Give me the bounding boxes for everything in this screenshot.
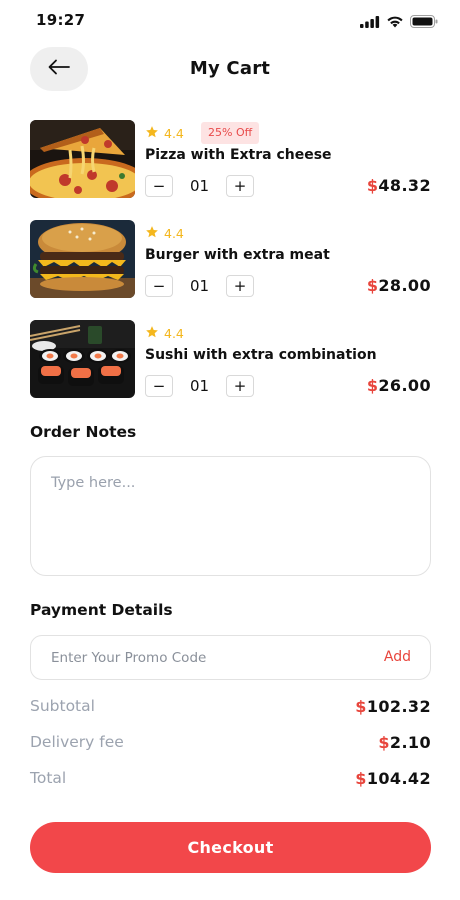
item-name: Pizza with Extra cheese xyxy=(145,147,332,163)
decrease-quantity-button[interactable]: − xyxy=(145,175,173,197)
item-name: Sushi with extra combination xyxy=(145,347,377,363)
rating-value: 4.4 xyxy=(164,126,184,141)
quantity-stepper: − 01 + xyxy=(145,275,254,297)
wifi-icon xyxy=(386,13,404,32)
rating-value: 4.4 xyxy=(164,226,184,241)
battery-icon xyxy=(410,13,438,32)
price-value: 48.32 xyxy=(378,176,431,195)
payment-details-title: Payment Details xyxy=(30,601,173,619)
quantity-value: 01 xyxy=(189,177,210,195)
order-notes-title: Order Notes xyxy=(30,423,137,441)
cart-item-pizza: 4.4 25% Off Pizza with Extra cheese − 01… xyxy=(30,120,431,200)
item-price: $48.32 xyxy=(367,176,431,195)
status-icons xyxy=(360,13,438,32)
total-row: Total $104.42 xyxy=(30,769,431,793)
checkout-button[interactable]: Checkout xyxy=(30,822,431,873)
currency-symbol: $ xyxy=(366,376,379,395)
currency-symbol: $ xyxy=(366,276,379,295)
quantity-stepper: − 01 + xyxy=(145,175,254,197)
signal-icon xyxy=(360,13,380,32)
discount-badge: 25% Off xyxy=(201,122,260,144)
amount: 104.42 xyxy=(366,769,431,788)
currency-symbol: $ xyxy=(378,733,390,752)
page-title: My Cart xyxy=(189,58,271,79)
subtotal-label: Subtotal xyxy=(30,697,95,715)
cart-item-burger: 4.4 Burger with extra meat − 01 + $28.00 xyxy=(30,220,431,300)
rating: 4.4 xyxy=(145,325,184,342)
star-icon xyxy=(145,125,159,142)
rating: 4.4 xyxy=(145,225,184,242)
currency-symbol: $ xyxy=(355,697,367,716)
delivery-fee-row: Delivery fee $2.10 xyxy=(30,733,431,757)
quantity-value: 01 xyxy=(189,377,210,395)
subtotal-value: $102.32 xyxy=(355,697,431,716)
promo-code-input[interactable] xyxy=(51,636,351,679)
promo-code-field: Add xyxy=(30,635,431,680)
delivery-fee-label: Delivery fee xyxy=(30,733,124,751)
decrease-quantity-button[interactable]: − xyxy=(145,375,173,397)
subtotal-row: Subtotal $102.32 xyxy=(30,697,431,721)
star-icon xyxy=(145,325,159,342)
currency-symbol: $ xyxy=(366,176,379,195)
pizza-image xyxy=(30,120,135,198)
quantity-stepper: − 01 + xyxy=(145,375,254,397)
cart-item-sushi: 4.4 Sushi with extra combination − 01 + … xyxy=(30,320,431,400)
star-icon xyxy=(145,225,159,242)
total-label: Total xyxy=(30,769,67,787)
rating: 4.4 xyxy=(145,125,184,142)
amount: 102.32 xyxy=(366,697,431,716)
decrease-quantity-button[interactable]: − xyxy=(145,275,173,297)
item-name: Burger with extra meat xyxy=(145,247,330,263)
quantity-value: 01 xyxy=(189,277,210,295)
price-value: 28.00 xyxy=(378,276,431,295)
increase-quantity-button[interactable]: + xyxy=(226,275,254,297)
status-time: 19:27 xyxy=(36,11,86,29)
total-value: $104.42 xyxy=(355,769,431,788)
increase-quantity-button[interactable]: + xyxy=(226,175,254,197)
sushi-image xyxy=(30,320,135,398)
add-promo-button[interactable]: Add xyxy=(384,649,411,665)
currency-symbol: $ xyxy=(355,769,367,788)
amount: 2.10 xyxy=(389,733,431,752)
rating-value: 4.4 xyxy=(164,326,184,341)
order-notes-textarea[interactable] xyxy=(30,456,431,576)
burger-image xyxy=(30,220,135,298)
delivery-fee-value: $2.10 xyxy=(378,733,431,752)
item-price: $28.00 xyxy=(367,276,431,295)
increase-quantity-button[interactable]: + xyxy=(226,375,254,397)
price-value: 26.00 xyxy=(378,376,431,395)
status-bar: 19:27 xyxy=(0,0,460,40)
item-price: $26.00 xyxy=(367,376,431,395)
